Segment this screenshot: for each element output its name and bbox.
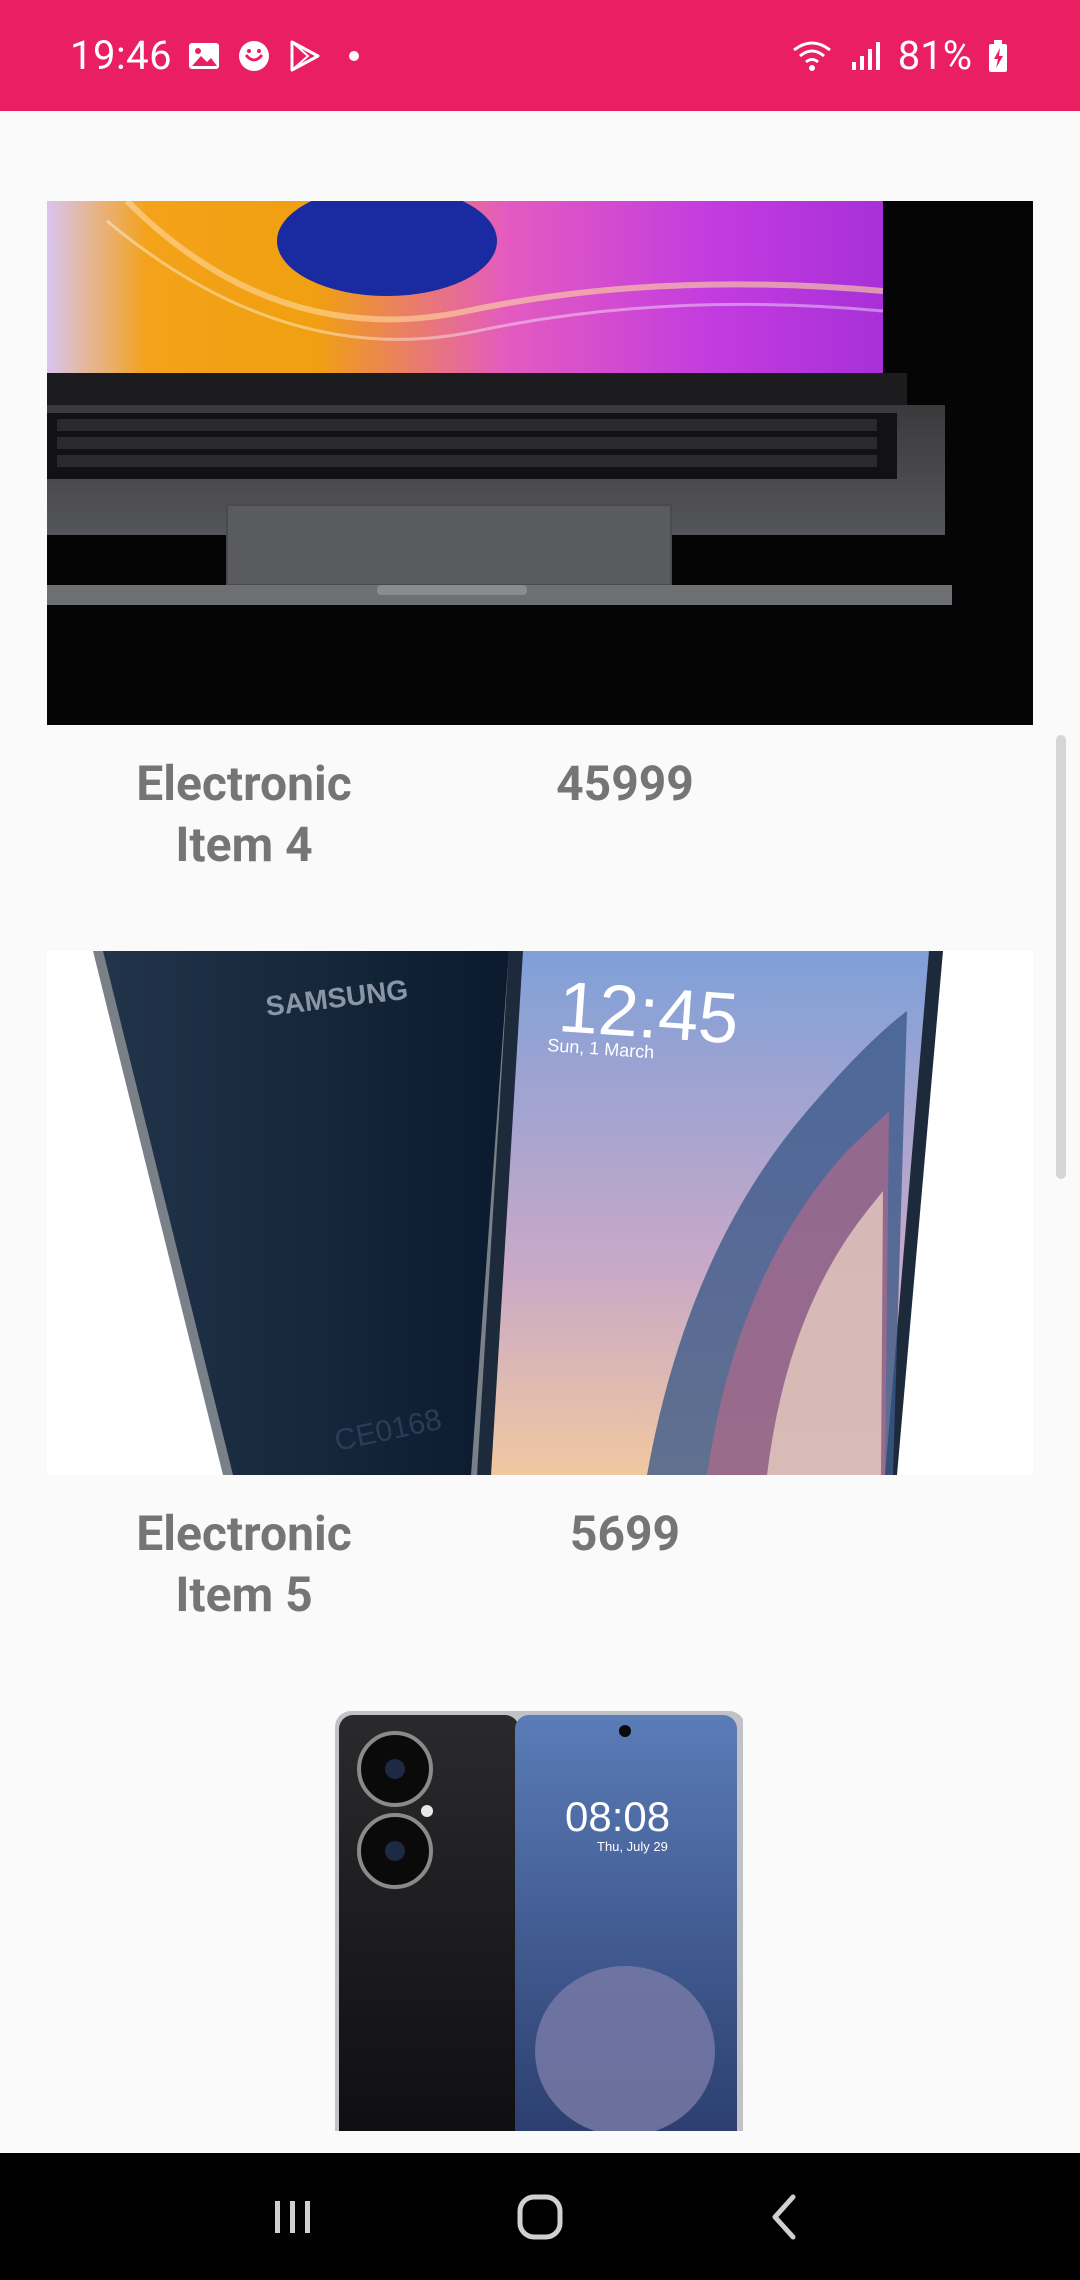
laptop-image — [47, 201, 1033, 725]
recents-button[interactable] — [253, 2177, 333, 2257]
battery-percent: 81% — [897, 32, 972, 79]
status-left: 19:46 — [70, 32, 372, 79]
back-icon — [772, 2194, 796, 2239]
home-icon — [517, 2194, 563, 2239]
navigation-bar — [0, 2153, 1080, 2280]
play-store-icon — [286, 38, 322, 74]
item-name: Electronic Item 4 — [136, 755, 352, 873]
gallery-icon — [186, 38, 222, 74]
recents-icon — [275, 2200, 311, 2233]
status-bar: 19:46 81% — [0, 0, 1080, 111]
huawei-phone-image: 08:08 Thu, July 29 — [335, 1711, 743, 2131]
item-price: 5699 — [569, 1505, 681, 1562]
messenger-icon — [236, 38, 272, 74]
status-right: 81% — [790, 32, 1010, 79]
scrollbar[interactable] — [1056, 735, 1066, 1179]
status-time: 19:46 — [70, 32, 173, 79]
product-list[interactable]: Electronic Item 4 45999 SAMSUNG 12:45 Su… — [0, 111, 1080, 2153]
home-button[interactable] — [500, 2177, 580, 2257]
signal-icon — [848, 38, 884, 74]
dot-icon — [336, 38, 372, 74]
svg-text:08:08: 08:08 — [565, 1793, 670, 1840]
battery-charging-icon — [986, 38, 1010, 74]
item-name: Electronic Item 5 — [136, 1505, 352, 1623]
item-price: 45999 — [556, 755, 694, 812]
samsung-phone-image: SAMSUNG 12:45 Sun, 1 March CE0168 — [47, 951, 1033, 1475]
back-button[interactable] — [747, 2177, 827, 2257]
wifi-icon — [790, 38, 834, 74]
svg-text:Thu, July 29: Thu, July 29 — [597, 1839, 668, 1854]
